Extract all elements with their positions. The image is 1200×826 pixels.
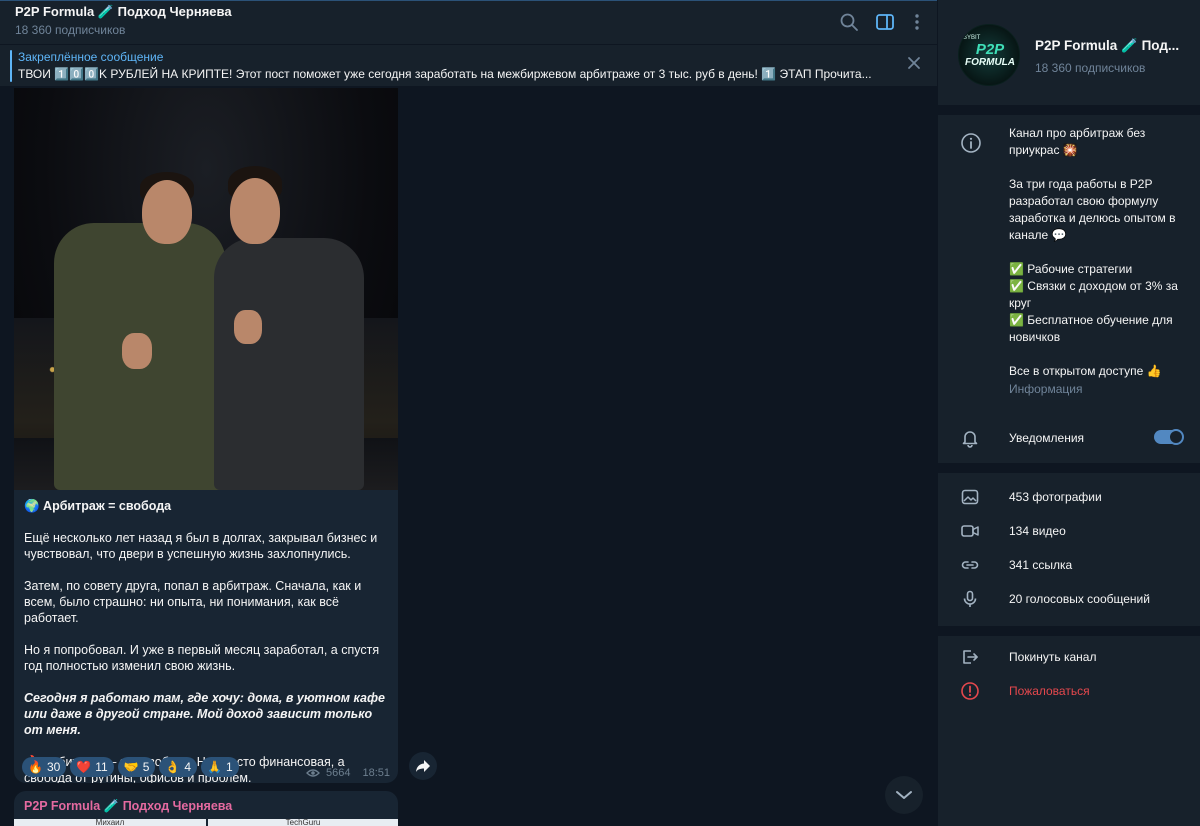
links-count: 341 ссылка bbox=[1009, 558, 1073, 572]
reaction-count: 4 bbox=[184, 760, 192, 774]
person-right-face bbox=[230, 178, 280, 244]
media-links-row[interactable]: 341 ссылка bbox=[938, 548, 1200, 582]
divider bbox=[938, 463, 1200, 473]
feature-line: ✅ Связки с доходом от 3% за круг bbox=[1009, 279, 1178, 310]
voice-count: 20 голосовых сообщений bbox=[1009, 592, 1150, 606]
reaction-emoji: 🤝 bbox=[123, 760, 139, 774]
close-icon[interactable] bbox=[905, 54, 923, 72]
photos-count: 453 фотографии bbox=[1009, 490, 1102, 504]
person-left-face bbox=[142, 180, 192, 244]
chat-pane: P2P Formula 🧪 Подход Черняева 18 360 под… bbox=[0, 0, 937, 826]
caption-title: 🌍 Арбитраж = свобода bbox=[24, 499, 172, 513]
pinned-text: ТВОИ 1️⃣0️⃣0️⃣K РУБЛЕЙ НА КРИПТЕ! Этот п… bbox=[18, 67, 872, 81]
scroll-down-button[interactable] bbox=[885, 776, 923, 814]
pinned-indicator bbox=[10, 50, 12, 82]
share-icon bbox=[416, 760, 430, 772]
channel-info-panel: BYBIT P2P FORMULA P2P Formula 🧪 Под... 1… bbox=[937, 0, 1200, 826]
more-menu-icon[interactable] bbox=[906, 11, 928, 33]
report-row[interactable]: Пожаловаться bbox=[938, 674, 1200, 708]
reaction-emoji: 👌 bbox=[165, 760, 181, 774]
post-media-preview: Михаил TechGuru bbox=[14, 819, 398, 826]
description-line: Все в открытом доступе 👍 bbox=[1009, 364, 1162, 378]
pinned-message[interactable]: Закреплённое сообщение ТВОИ 1️⃣0️⃣0️⃣K Р… bbox=[0, 44, 937, 86]
toggle-knob bbox=[1168, 429, 1184, 445]
person-right bbox=[214, 238, 364, 490]
info-label: Информация bbox=[1009, 382, 1083, 396]
reaction-emoji: 🙏 bbox=[207, 760, 222, 774]
post-time: 18:51 bbox=[362, 767, 390, 779]
media-videos-row[interactable]: 134 видео bbox=[938, 514, 1200, 548]
reaction-count: 1 bbox=[225, 760, 233, 774]
media-voice-row[interactable]: 20 голосовых сообщений bbox=[938, 582, 1200, 616]
reaction-count: 5 bbox=[142, 760, 150, 774]
caption-paragraph: Но я попробовал. И уже в первый месяц за… bbox=[24, 643, 380, 673]
link-icon bbox=[960, 555, 980, 575]
caption-italic-paragraph: Сегодня я работаю там, где хочу: дома, в… bbox=[24, 691, 385, 737]
caption-paragraph: Затем, по совету друга, попал в арбитраж… bbox=[24, 579, 362, 625]
channel-post-next[interactable]: P2P Formula 🧪 Подход Черняева Михаил Tec… bbox=[14, 791, 398, 826]
pinned-label: Закреплённое сообщение bbox=[18, 50, 164, 64]
reaction-fire[interactable]: 🔥 30 bbox=[22, 757, 67, 777]
reaction-count: 30 bbox=[46, 760, 61, 774]
media-thumb[interactable]: TechGuru bbox=[208, 819, 398, 826]
thumb-label: TechGuru bbox=[285, 818, 321, 826]
chevron-down-icon bbox=[896, 791, 912, 799]
reaction-ok[interactable]: 👌 4 bbox=[159, 757, 198, 777]
caption-paragraph: Ещё несколько лет назад я был в долгах, … bbox=[24, 531, 378, 561]
thumbs-up-hand-left bbox=[122, 333, 152, 369]
video-icon bbox=[960, 521, 980, 541]
reaction-pray[interactable]: 🙏 1 bbox=[201, 757, 239, 777]
post-caption: 🌍 Арбитраж = свобода Ещё несколько лет н… bbox=[24, 498, 388, 783]
media-thumb[interactable]: Михаил bbox=[14, 819, 206, 826]
notifications-toggle[interactable] bbox=[1154, 429, 1184, 445]
bell-icon bbox=[960, 428, 980, 448]
channel-post[interactable]: 🌍 Арбитраж = свобода Ещё несколько лет н… bbox=[14, 88, 398, 783]
chat-subscriber-count: 18 360 подписчиков bbox=[15, 23, 126, 37]
views-count: 5664 bbox=[325, 767, 351, 779]
media-photos-row[interactable]: 453 фотографии bbox=[938, 480, 1200, 514]
warning-icon bbox=[960, 681, 980, 701]
photo-icon bbox=[960, 487, 980, 507]
notifications-label: Уведомления bbox=[1009, 431, 1085, 445]
info-icon bbox=[960, 132, 982, 154]
reaction-handshake[interactable]: 🤝 5 bbox=[117, 757, 156, 777]
chat-title[interactable]: P2P Formula 🧪 Подход Черняева bbox=[15, 4, 232, 20]
post-author: P2P Formula 🧪 Подход Черняева bbox=[24, 799, 233, 813]
reaction-emoji: 🔥 bbox=[28, 760, 43, 774]
reaction-count: 11 bbox=[95, 760, 108, 774]
divider bbox=[938, 105, 1200, 115]
videos-count: 134 видео bbox=[1009, 524, 1066, 538]
post-photo[interactable] bbox=[14, 88, 398, 490]
channel-subscriber-count: 18 360 подписчиков bbox=[1035, 61, 1146, 75]
views-icon bbox=[306, 768, 320, 778]
reaction-emoji: ❤️ bbox=[76, 760, 92, 774]
description-line: Канал про арбитраж без приукрас 🎇 bbox=[1009, 126, 1146, 157]
description-line: За три года работы в P2P разработал свою… bbox=[1009, 177, 1176, 242]
leave-channel-label: Покинуть канал bbox=[1009, 650, 1097, 664]
post-meta: 5664 18:51 bbox=[306, 767, 390, 779]
report-label: Пожаловаться bbox=[1009, 684, 1090, 698]
feature-line: ✅ Бесплатное обучение для новичков bbox=[1009, 313, 1173, 344]
chat-header[interactable]: P2P Formula 🧪 Подход Черняева 18 360 под… bbox=[0, 0, 937, 44]
feature-line: ✅ Рабочие стратегии bbox=[1009, 262, 1133, 276]
avatar-logo-subtext: FORMULA bbox=[965, 57, 1015, 68]
channel-description: Канал про арбитраж без приукрас 🎇 За три… bbox=[1009, 125, 1189, 380]
divider bbox=[938, 626, 1200, 636]
thumb-label: Михаил bbox=[95, 818, 125, 826]
thumbs-up-hand-right bbox=[234, 310, 262, 344]
leave-icon bbox=[960, 647, 980, 667]
channel-name: P2P Formula 🧪 Под... bbox=[1035, 38, 1180, 53]
channel-avatar[interactable]: BYBIT P2P FORMULA bbox=[958, 24, 1020, 86]
reaction-heart[interactable]: ❤️ 11 bbox=[70, 757, 114, 777]
sidebar-toggle-icon[interactable] bbox=[874, 11, 896, 33]
leave-channel-row[interactable]: Покинуть канал bbox=[938, 640, 1200, 674]
avatar-logo-text: P2P bbox=[975, 41, 1005, 58]
microphone-icon bbox=[960, 589, 980, 609]
reactions-bar: 🔥 30 ❤️ 11 🤝 5 👌 4 🙏 1 bbox=[22, 757, 239, 779]
search-icon[interactable] bbox=[838, 11, 860, 33]
share-button[interactable] bbox=[409, 752, 437, 780]
